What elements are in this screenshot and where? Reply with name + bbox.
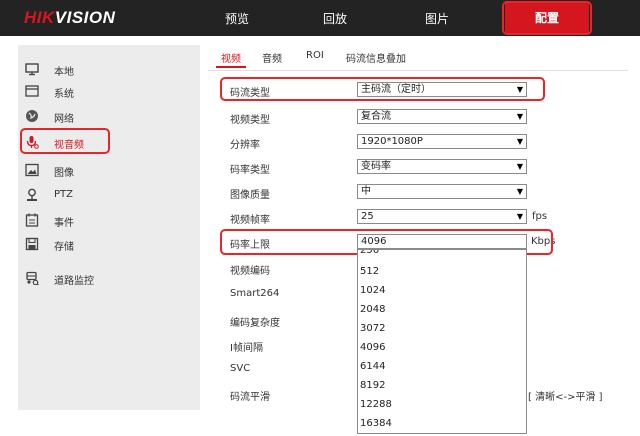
nav-preview[interactable]: 预览	[225, 10, 249, 27]
dropdown-option[interactable]: 4096	[360, 342, 385, 353]
ptz-icon	[27, 188, 37, 201]
sidebar-item-label: 道路监控	[54, 276, 94, 287]
tab-video[interactable]: 视频	[221, 50, 241, 65]
dropdown-arrow-icon: ▼	[516, 212, 523, 221]
image-icon	[25, 163, 39, 177]
brand-logo: HIKVISION	[24, 8, 116, 27]
tab-audio[interactable]: 音频	[262, 50, 282, 65]
save-icon	[25, 237, 39, 251]
system-icon	[25, 85, 39, 97]
dropdown-option[interactable]: 256	[360, 250, 379, 256]
sidebar-item-label: 存储	[54, 242, 74, 253]
stream-smoothing-label: 码流平滑	[230, 392, 270, 403]
svc-label: SVC	[230, 363, 251, 374]
image-quality-select[interactable]: 中 ▼	[357, 184, 527, 199]
dropdown-option[interactable]: 8192	[360, 380, 385, 391]
nav-picture[interactable]: 图片	[425, 10, 449, 27]
image-quality-label: 图像质量	[230, 190, 270, 201]
sidebar-item-local[interactable]: 本地	[18, 57, 200, 81]
highlight-box-video-audio	[20, 128, 110, 154]
dropdown-arrow-icon: ▼	[516, 187, 523, 196]
smoothing-range-hint: [ 清晰<->平滑 ]	[528, 392, 603, 403]
tab-roi[interactable]: ROI	[306, 50, 324, 61]
video-encoding-label: 视频编码	[230, 266, 270, 277]
sidebar-item-system[interactable]: 系统	[18, 79, 200, 103]
video-type-select[interactable]: 复合流 ▼	[357, 109, 527, 124]
car-icon	[26, 271, 39, 285]
sidebar-item-storage[interactable]: 存储	[18, 232, 200, 256]
app-window: HIKVISION 预览 回放 图片 配置 本地 系统 网络 视音频 图像 PT…	[0, 0, 640, 436]
dropdown-arrow-icon: ▼	[516, 137, 523, 146]
bitrate-cap-dropdown-list: 256 512 1024 2048 3072 4096 6144 8192 12…	[357, 249, 527, 434]
i-frame-interval-label: I帧间隔	[230, 343, 263, 354]
sidebar-item-label: PTZ	[54, 189, 73, 200]
bitrate-type-select[interactable]: 变码率 ▼	[357, 159, 527, 174]
sidebar-item-road-monitor[interactable]: 道路监控	[18, 266, 200, 290]
highlight-box-stream-type	[220, 77, 545, 101]
active-tab-underline	[216, 66, 246, 68]
dropdown-option[interactable]: 2048	[360, 304, 385, 315]
tab-divider	[208, 70, 628, 71]
sidebar-item-event[interactable]: 事件	[18, 208, 200, 232]
dropdown-option[interactable]: 3072	[360, 323, 385, 334]
smart264-label: Smart264	[230, 288, 280, 299]
dropdown-option[interactable]: 512	[360, 266, 379, 277]
monitor-icon	[25, 63, 39, 76]
globe-icon	[26, 110, 38, 122]
tab-stream-overlay[interactable]: 码流信息叠加	[346, 50, 406, 65]
sidebar-item-label: 事件	[54, 218, 74, 229]
sidebar-item-label: 本地	[54, 67, 74, 78]
dropdown-option[interactable]: 1024	[360, 285, 385, 296]
sidebar-item-label: 图像	[54, 168, 74, 179]
bitrate-type-label: 码率类型	[230, 165, 270, 176]
dropdown-option[interactable]: 16384	[360, 418, 392, 429]
sidebar-item-label: 网络	[54, 114, 74, 125]
encoding-complexity-label: 编码复杂度	[230, 318, 280, 329]
dropdown-arrow-icon: ▼	[516, 162, 523, 171]
sidebar: 本地 系统 网络 视音频 图像 PTZ 事件 存储 道路监控	[18, 45, 200, 410]
frame-rate-select[interactable]: 25 ▼	[357, 209, 527, 224]
dropdown-option[interactable]: 6144	[360, 361, 385, 372]
highlight-box-config	[502, 1, 592, 35]
resolution-select[interactable]: 1920*1080P ▼	[357, 134, 527, 149]
sidebar-item-label: 系统	[54, 89, 74, 100]
frame-rate-label: 视频帧率	[230, 215, 270, 226]
calendar-icon	[25, 213, 39, 227]
sidebar-item-image[interactable]: 图像	[18, 158, 200, 182]
dropdown-arrow-icon: ▼	[516, 112, 523, 121]
dropdown-option[interactable]: 12288	[360, 399, 392, 410]
video-type-label: 视频类型	[230, 115, 270, 126]
nav-playback[interactable]: 回放	[323, 10, 347, 27]
sidebar-item-network[interactable]: 网络	[18, 104, 200, 128]
resolution-label: 分辨率	[230, 140, 260, 151]
frame-rate-unit: fps	[532, 211, 548, 222]
sidebar-item-ptz[interactable]: PTZ	[18, 183, 200, 207]
